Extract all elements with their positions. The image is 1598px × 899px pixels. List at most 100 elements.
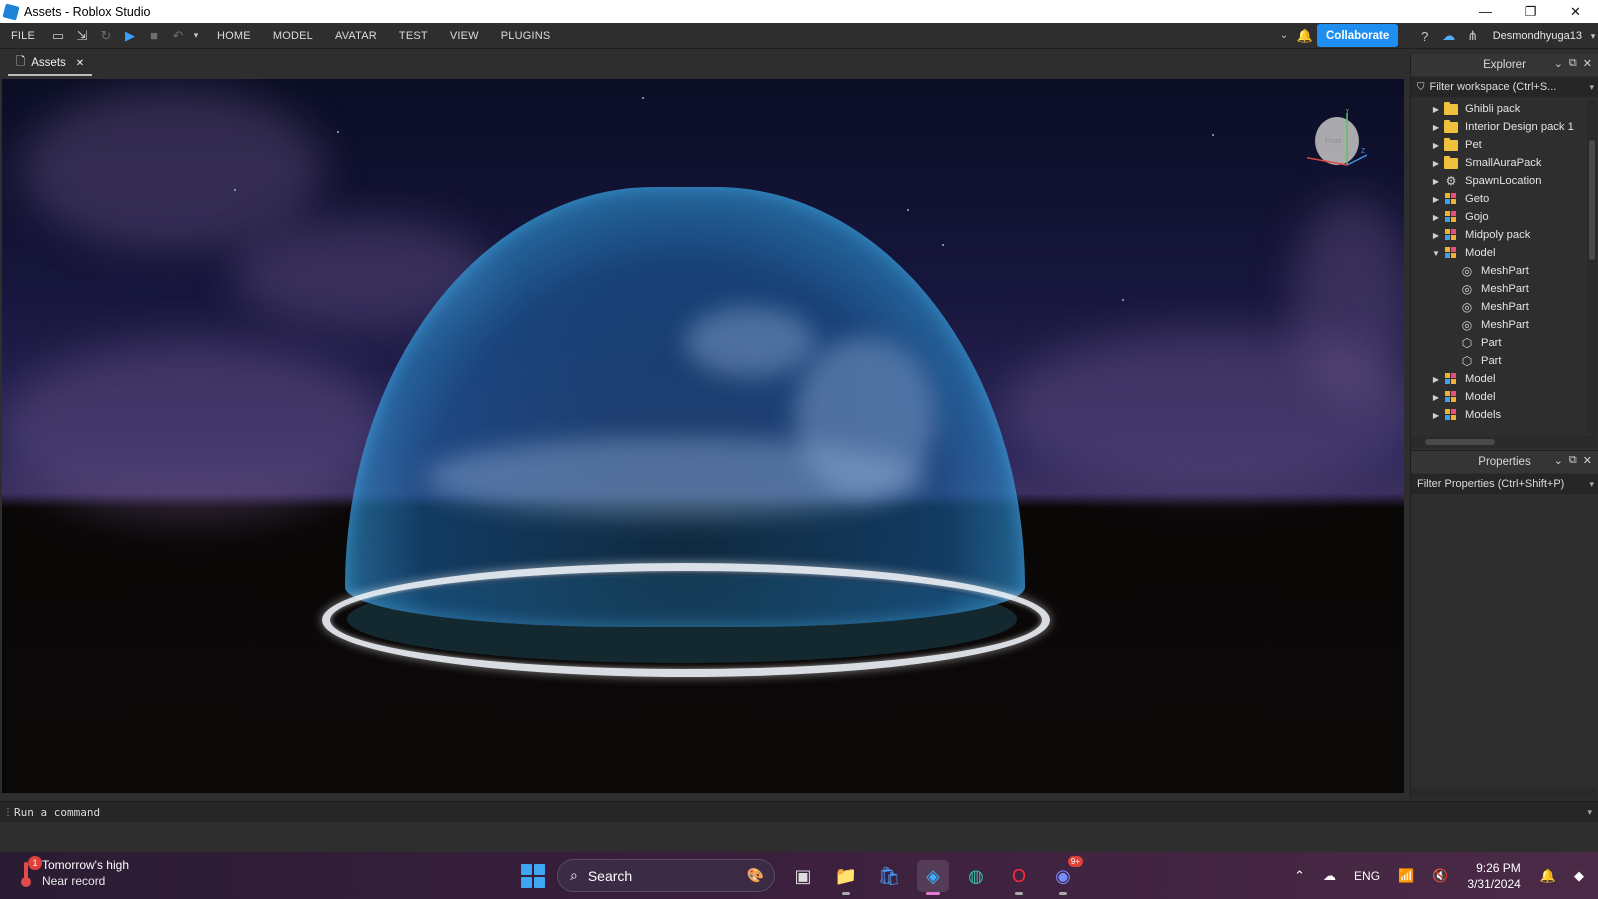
explorer-tree-item[interactable]: ▶ Gojo bbox=[1411, 208, 1585, 226]
notification-bell-icon[interactable]: 🔔 bbox=[1540, 868, 1556, 884]
folder-icon bbox=[1443, 119, 1459, 134]
explorer-tree-item[interactable]: ▶ Midpoly pack bbox=[1411, 226, 1585, 244]
open-file-icon[interactable]: ⇲ bbox=[70, 25, 94, 47]
wifi-icon[interactable]: 📶 bbox=[1398, 868, 1414, 884]
search-highlight-icon: 🎨 bbox=[746, 867, 764, 883]
explorer-tree-item[interactable]: ▶ ⚙ SpawnLocation bbox=[1411, 172, 1585, 190]
tab-avatar[interactable]: AVATAR bbox=[324, 30, 388, 42]
weather-widget[interactable]: 1 Tomorrow's high Near record bbox=[18, 856, 129, 888]
explorer-tree-item[interactable]: ◎ MeshPart bbox=[1411, 316, 1585, 334]
explorer-collapse-icon[interactable]: ⌄ bbox=[1554, 57, 1563, 70]
expand-arrow-icon[interactable]: ▶ bbox=[1429, 411, 1443, 420]
tab-view[interactable]: VIEW bbox=[439, 30, 490, 42]
assets-tab[interactable]: 🗋 Assets ✕ bbox=[8, 52, 93, 76]
show-hidden-icons-chevron-icon[interactable]: ⌃ bbox=[1294, 868, 1305, 884]
new-file-icon[interactable]: ▭ bbox=[46, 25, 70, 47]
onedrive-icon[interactable]: ☁ bbox=[1323, 868, 1336, 884]
properties-undock-icon[interactable]: ⧉ bbox=[1569, 454, 1577, 467]
collaborate-button[interactable]: Collaborate bbox=[1317, 24, 1399, 47]
discord-icon[interactable]: ◉ 9+ bbox=[1047, 856, 1083, 895]
stop-icon[interactable]: ■ bbox=[142, 25, 166, 47]
explorer-tree-item[interactable]: ▶ Pet bbox=[1411, 136, 1585, 154]
expand-arrow-icon[interactable]: ▶ bbox=[1429, 141, 1443, 150]
explorer-undock-icon[interactable]: ⧉ bbox=[1569, 57, 1577, 70]
explorer-tree-item[interactable]: ▶ SmallAuraPack bbox=[1411, 154, 1585, 172]
redo-icon[interactable]: ↻ bbox=[94, 25, 118, 47]
expand-arrow-icon[interactable]: ▶ bbox=[1429, 213, 1443, 222]
cloud-icon[interactable]: ☁ bbox=[1437, 25, 1461, 47]
explorer-tree-item[interactable]: ▶ Model bbox=[1411, 388, 1585, 406]
expand-arrow-icon[interactable]: ▶ bbox=[1429, 159, 1443, 168]
explorer-tree-item[interactable]: ▶ Model bbox=[1411, 370, 1585, 388]
properties-filter-input[interactable]: Filter Properties (Ctrl+Shift+P) ▾ bbox=[1411, 474, 1598, 494]
expand-arrow-icon[interactable]: ▶ bbox=[1429, 177, 1443, 186]
close-window-button[interactable]: ✕ bbox=[1553, 0, 1598, 23]
language-indicator[interactable]: ENG bbox=[1354, 869, 1380, 883]
expand-arrow-icon[interactable]: ▶ bbox=[1429, 393, 1443, 402]
3d-viewport[interactable]: Front Y X Z bbox=[2, 79, 1404, 793]
filter-dropdown-icon[interactable]: ▾ bbox=[1589, 82, 1594, 93]
star bbox=[234, 189, 236, 191]
play-icon[interactable]: ▶ bbox=[118, 25, 142, 47]
command-input[interactable]: Run a command bbox=[14, 806, 100, 819]
maximize-button[interactable]: ❐ bbox=[1508, 0, 1553, 23]
start-button[interactable] bbox=[521, 864, 545, 888]
clock[interactable]: 9:26 PM 3/31/2024 bbox=[1467, 860, 1520, 892]
properties-header: Properties ⌄ ⧉ ✕ bbox=[1411, 451, 1598, 473]
undo-icon[interactable]: ↶ bbox=[166, 25, 190, 47]
explorer-tree-item[interactable]: ▶ Geto bbox=[1411, 190, 1585, 208]
edge-icon[interactable]: ◍ bbox=[960, 860, 992, 892]
task-view-icon[interactable]: ▣ bbox=[787, 860, 819, 892]
explorer-tree-item[interactable]: ◎ MeshPart bbox=[1411, 262, 1585, 280]
username-label[interactable]: Desmondhyuga13 bbox=[1493, 30, 1582, 42]
quick-access-dropdown-icon[interactable]: ▾ bbox=[190, 25, 202, 47]
properties-collapse-icon[interactable]: ⌄ bbox=[1554, 454, 1563, 467]
explorer-tree-item[interactable]: ▼ Model bbox=[1411, 244, 1585, 262]
tab-plugins[interactable]: PLUGINS bbox=[490, 30, 562, 42]
opera-icon[interactable]: O bbox=[1003, 860, 1035, 895]
tab-model[interactable]: MODEL bbox=[262, 30, 324, 42]
file-menu[interactable]: FILE bbox=[0, 30, 46, 42]
tab-home[interactable]: HOME bbox=[206, 30, 262, 42]
collapse-arrow-icon[interactable]: ▼ bbox=[1429, 249, 1443, 258]
properties-filter-dropdown-icon[interactable]: ▾ bbox=[1589, 479, 1594, 490]
explorer-tree-item[interactable]: ◎ MeshPart bbox=[1411, 280, 1585, 298]
explorer-vertical-scrollbar[interactable] bbox=[1587, 100, 1597, 434]
close-tab-icon[interactable]: ✕ bbox=[76, 58, 84, 69]
file-explorer-icon[interactable]: 📁 bbox=[830, 860, 862, 895]
command-dropdown-icon[interactable]: ▾ bbox=[1587, 807, 1592, 818]
title-bar: Assets - Roblox Studio — ❐ ✕ bbox=[0, 0, 1598, 23]
explorer-tree-item[interactable]: ▶ Interior Design pack 1 bbox=[1411, 118, 1585, 136]
explorer-tree: ▶ Ghibli pack ▶ Interior Design pack 1 ▶ Pet ▶… bbox=[1411, 100, 1585, 434]
explorer-close-icon[interactable]: ✕ bbox=[1583, 57, 1592, 70]
help-icon[interactable]: ? bbox=[1413, 25, 1437, 47]
explorer-tree-item[interactable]: ◎ MeshPart bbox=[1411, 298, 1585, 316]
expand-arrow-icon[interactable]: ▶ bbox=[1429, 105, 1443, 114]
volume-muted-icon[interactable]: 🔇 bbox=[1432, 868, 1448, 884]
properties-horizontal-scrollbar[interactable] bbox=[1411, 787, 1597, 799]
explorer-tree-item[interactable]: ⬡ Part bbox=[1411, 352, 1585, 370]
star bbox=[907, 209, 909, 211]
view-orientation-cube[interactable]: Front Y X Z bbox=[1307, 109, 1367, 169]
share-icon[interactable]: ⋔ bbox=[1461, 25, 1485, 47]
explorer-title: Explorer bbox=[1483, 59, 1526, 71]
explorer-horizontal-scrollbar[interactable] bbox=[1411, 436, 1597, 448]
explorer-filter-input[interactable]: ⛉ Filter workspace (Ctrl+S... ▾ bbox=[1411, 77, 1598, 97]
explorer-tree-item[interactable]: ▶ Ghibli pack bbox=[1411, 100, 1585, 118]
command-bar[interactable]: ⋮ Run a command ▾ bbox=[0, 801, 1598, 822]
expand-arrow-icon[interactable]: ▶ bbox=[1429, 375, 1443, 384]
explorer-tree-item[interactable]: ⬡ Part bbox=[1411, 334, 1585, 352]
tab-test[interactable]: TEST bbox=[388, 30, 439, 42]
user-dropdown-icon[interactable]: ▾ bbox=[1588, 25, 1598, 47]
notifications-icon[interactable]: 🔔 bbox=[1293, 25, 1317, 47]
expand-arrow-icon[interactable]: ▶ bbox=[1429, 123, 1443, 132]
explorer-tree-item[interactable]: ▶ Models bbox=[1411, 406, 1585, 424]
roblox-studio-taskbar-icon[interactable]: ◈ bbox=[917, 860, 949, 895]
minimize-button[interactable]: — bbox=[1463, 0, 1508, 23]
expand-arrow-icon[interactable]: ▶ bbox=[1429, 231, 1443, 240]
taskbar-search[interactable]: ⌕ Search 🎨 bbox=[557, 859, 775, 892]
properties-close-icon[interactable]: ✕ bbox=[1583, 454, 1592, 467]
copilot-icon[interactable]: ◆ bbox=[1574, 868, 1584, 884]
microsoft-store-icon[interactable]: 🛍 bbox=[873, 860, 905, 892]
expand-arrow-icon[interactable]: ▶ bbox=[1429, 195, 1443, 204]
